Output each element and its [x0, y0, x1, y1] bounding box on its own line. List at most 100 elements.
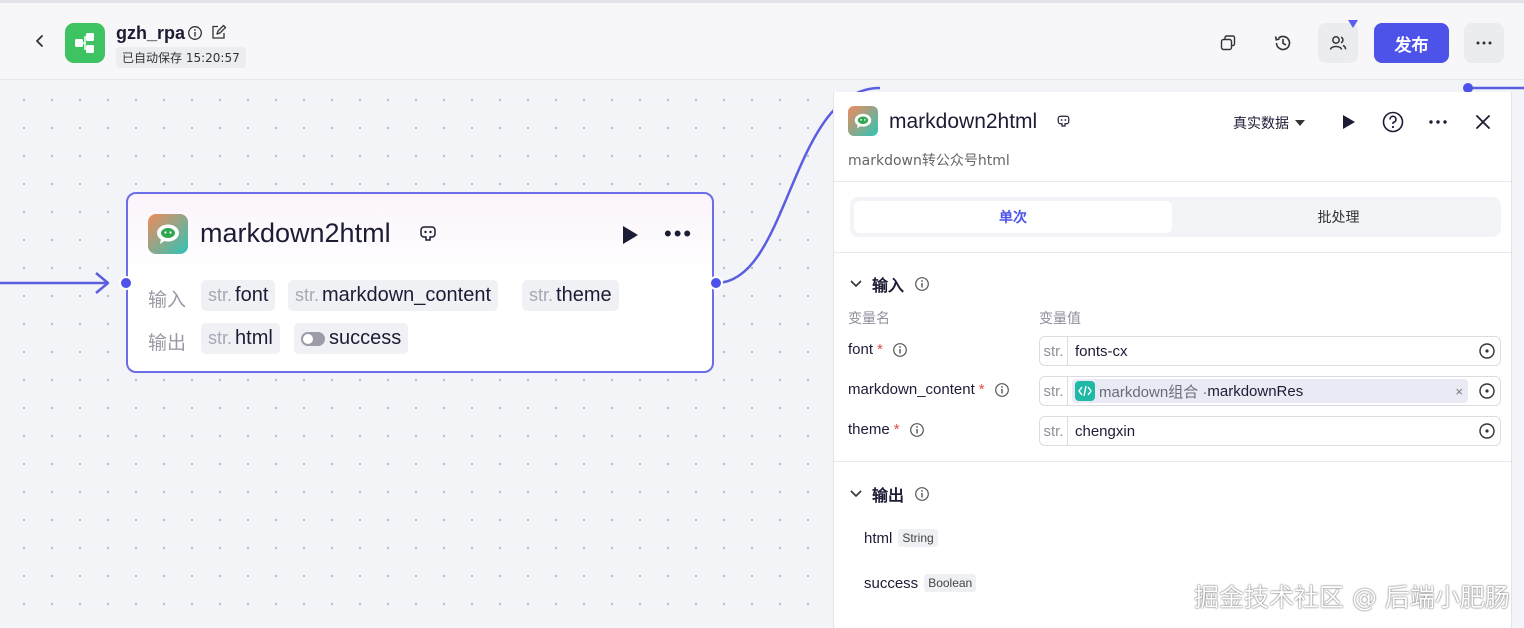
clear-reference-icon[interactable]: ×	[1455, 384, 1463, 399]
column-header-name: 变量名	[848, 311, 890, 327]
plugin-icon	[848, 106, 878, 136]
variable-select-icon[interactable]	[1478, 422, 1496, 440]
info-icon	[892, 342, 907, 357]
output-name: success	[864, 574, 919, 592]
node-input-label: 输入	[148, 289, 187, 311]
field-name: markdown_content	[848, 381, 975, 398]
output-type-badge: String	[898, 529, 938, 547]
input-section-title: 输入	[872, 276, 905, 295]
output-section-title: 输出	[872, 486, 905, 505]
more-horizontal-icon	[1476, 41, 1492, 45]
premium-badge-icon	[1348, 20, 1358, 28]
app-icon	[65, 23, 105, 63]
input-name: font	[235, 284, 269, 306]
info-icon	[994, 382, 1009, 397]
node-input-chip: str. markdown_content	[288, 280, 498, 311]
data-mode-dropdown[interactable]: 真实数据	[1233, 113, 1305, 133]
type-tag: str.	[295, 285, 320, 305]
more-menu-button[interactable]	[1464, 23, 1504, 63]
output-name: html	[235, 327, 273, 349]
type-tag: str.	[1040, 337, 1068, 365]
input-name: markdown_content	[322, 284, 491, 306]
output-type-badge: Boolean	[924, 574, 977, 592]
plugin-icon	[148, 214, 188, 254]
markdown-content-field[interactable]: str. markdown组合 · markdownRes ×	[1039, 376, 1501, 406]
run-mode-tabs: 单次 批处理	[850, 197, 1501, 237]
panel-more-button[interactable]	[1426, 110, 1450, 134]
edit-icon[interactable]	[210, 24, 227, 41]
info-icon	[909, 422, 924, 437]
tab-batch[interactable]: 批处理	[1180, 201, 1497, 233]
tab-single[interactable]: 单次	[854, 201, 1172, 233]
wechat-icon	[854, 113, 872, 129]
help-button[interactable]	[1381, 110, 1405, 134]
wechat-icon	[157, 224, 179, 244]
node-output-chip: str. html	[201, 323, 280, 354]
collaborators-button[interactable]	[1318, 23, 1358, 63]
output-name: success	[329, 327, 402, 349]
variable-select-icon[interactable]	[1478, 342, 1496, 360]
node-config-panel: markdown2html 真实数据 markdown转公众号html 单次 批…	[833, 92, 1512, 628]
autosave-status: 已自动保存 15:20:57	[116, 47, 246, 68]
field-name: font	[848, 341, 874, 358]
test-run-button[interactable]	[1337, 110, 1361, 134]
close-button[interactable]	[1471, 110, 1495, 134]
type-tag: str.	[529, 285, 554, 305]
field-value[interactable]: chengxin	[1075, 423, 1135, 440]
theme-field[interactable]: str. chengxin	[1039, 416, 1501, 446]
panel-description: markdown转公众号html	[848, 153, 1010, 169]
play-icon[interactable]	[620, 224, 640, 246]
users-icon	[1329, 36, 1347, 50]
panel-header: markdown2html 真实数据 markdown转公众号html	[834, 92, 1511, 182]
node-output-chip: success	[294, 323, 409, 354]
history-button[interactable]	[1263, 23, 1303, 63]
history-icon	[1274, 35, 1291, 51]
info-icon	[915, 277, 929, 291]
workflow-node-markdown2html[interactable]: markdown2html ••• 输入 str. font str. markdo…	[126, 192, 714, 373]
column-header-value: 变量值	[1039, 311, 1081, 327]
node-output-label: 输出	[148, 332, 187, 354]
type-tag: str.	[208, 328, 233, 348]
required-mark: *	[978, 381, 985, 398]
variable-reference-chip[interactable]: markdown组合 · markdownRes ×	[1072, 379, 1468, 403]
input-section-header[interactable]: 输入	[850, 272, 930, 296]
node-input-chip: str. font	[201, 280, 276, 311]
copy-icon	[1220, 35, 1236, 51]
divider	[834, 252, 1511, 253]
chevron-down-icon	[850, 280, 862, 288]
output-section-header[interactable]: 输出	[850, 482, 930, 506]
node-output-port[interactable]	[709, 276, 723, 290]
type-tag: str.	[1040, 417, 1068, 445]
panel-title: markdown2html	[889, 110, 1038, 133]
reference-variable: markdownRes	[1207, 382, 1304, 400]
play-icon	[1343, 115, 1355, 129]
top-header: gzh_rpa 已自动保存 15:20:57 发布	[0, 0, 1524, 80]
required-mark: *	[877, 341, 883, 358]
variable-select-icon[interactable]	[1478, 382, 1496, 400]
code-node-icon	[1075, 381, 1095, 401]
field-name: theme	[848, 421, 890, 438]
close-icon	[1476, 115, 1490, 129]
type-tag: str.	[208, 285, 233, 305]
back-button[interactable]	[28, 29, 52, 53]
node-input-port[interactable]	[119, 276, 133, 290]
type-tag: str.	[1040, 377, 1068, 405]
publish-button[interactable]: 发布	[1374, 23, 1449, 63]
app-name: gzh_rpa	[116, 23, 186, 43]
field-value[interactable]: fonts-cx	[1075, 343, 1128, 360]
reference-source: markdown组合 ·	[1099, 383, 1208, 401]
input-name: theme	[556, 284, 612, 306]
chevron-left-icon	[36, 35, 43, 47]
font-field[interactable]: str. fonts-cx	[1039, 336, 1501, 366]
node-title: markdown2html	[200, 218, 391, 248]
help-icon	[1382, 111, 1404, 133]
divider	[834, 461, 1511, 462]
required-mark: *	[893, 421, 900, 438]
plugin-badge-icon	[1057, 115, 1070, 127]
info-icon	[915, 487, 929, 501]
more-horizontal-icon	[1429, 120, 1447, 124]
info-icon[interactable]	[187, 25, 203, 41]
copy-button[interactable]	[1208, 23, 1248, 63]
node-more-icon[interactable]: •••	[664, 223, 693, 245]
field-label-font: font *	[848, 341, 908, 358]
